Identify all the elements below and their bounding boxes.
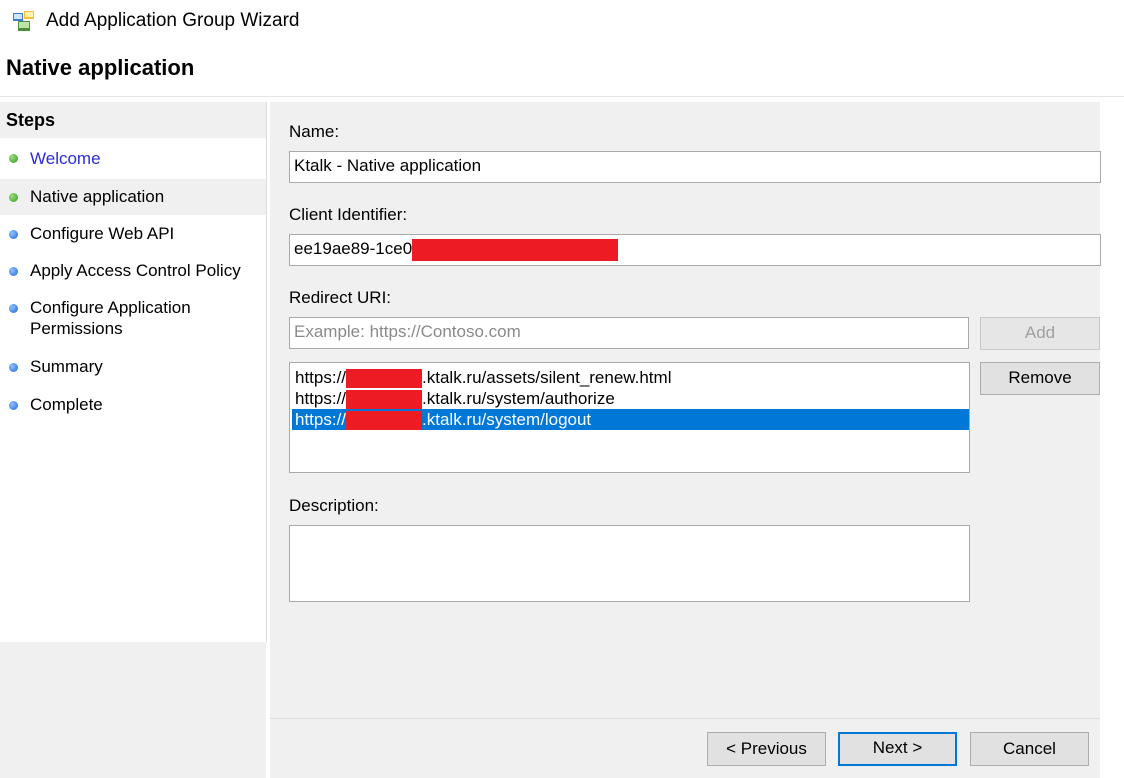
page-title: Native application xyxy=(6,55,195,80)
description-label: Description: xyxy=(289,496,379,515)
header-divider xyxy=(0,96,1124,97)
step-pending-icon xyxy=(9,363,18,372)
list-item[interactable]: https:// .ktalk.ru/system/authorize xyxy=(292,388,969,410)
step-pending-icon xyxy=(9,401,18,410)
steps-pane-footer xyxy=(0,642,266,778)
name-label: Name: xyxy=(289,122,340,141)
client-identifier-label: Client Identifier: xyxy=(289,205,408,224)
uri-prefix: https:// xyxy=(295,410,347,429)
uri-suffix: .ktalk.ru/system/authorize xyxy=(422,389,615,408)
add-button[interactable]: Add xyxy=(980,317,1100,350)
step-label: Configure Web API xyxy=(30,224,175,243)
redirect-uri-input[interactable]: Example: https://Contoso.com xyxy=(289,317,969,349)
remove-button[interactable]: Remove xyxy=(980,362,1100,395)
client-identifier-field[interactable]: ee19ae89-1ce0 xyxy=(289,234,1101,266)
step-pending-icon xyxy=(9,267,18,276)
list-item[interactable]: https:// .ktalk.ru/assets/silent_renew.ht… xyxy=(292,367,969,389)
title-bar: Add Application Group Wizard xyxy=(0,0,1124,42)
step-summary: Summary xyxy=(0,349,266,385)
step-label: Apply Access Control Policy xyxy=(30,261,241,280)
steps-title: Steps xyxy=(6,110,56,130)
step-label: Native application xyxy=(30,187,165,206)
previous-button[interactable]: < Previous xyxy=(707,732,826,766)
redirect-uri-list[interactable]: https:// .ktalk.ru/assets/silent_renew.ht… xyxy=(289,362,970,473)
cancel-button[interactable]: Cancel xyxy=(970,732,1089,766)
client-identifier-value: ee19ae89-1ce0 xyxy=(294,239,413,258)
step-complete-icon xyxy=(9,154,18,163)
step-native-application: Native application xyxy=(0,179,266,215)
uri-suffix: .ktalk.ru/assets/silent_renew.html xyxy=(422,368,672,387)
uri-prefix: https:// xyxy=(295,368,347,387)
next-button[interactable]: Next > xyxy=(838,732,957,766)
uri-suffix: .ktalk.ru/system/logout xyxy=(422,410,592,429)
list-item-selected[interactable]: https:// .ktalk.ru/system/logout xyxy=(292,409,969,431)
step-pending-icon xyxy=(9,304,18,313)
redaction-block xyxy=(412,238,619,261)
description-field[interactable] xyxy=(289,525,970,602)
step-label: Welcome xyxy=(30,149,101,168)
name-field[interactable]: Ktalk - Native application xyxy=(289,151,1101,183)
step-apply-access-control-policy: Apply Access Control Policy xyxy=(0,253,266,289)
redaction-block xyxy=(346,369,423,389)
step-configure-web-api: Configure Web API xyxy=(0,216,266,252)
step-label: Complete xyxy=(30,395,103,414)
step-current-icon xyxy=(9,193,18,202)
uri-prefix: https:// xyxy=(295,389,347,408)
footer-divider xyxy=(270,718,1100,719)
step-configure-application-permissions: Configure Application Permissions xyxy=(0,290,266,342)
step-label: Configure Application Permissions xyxy=(30,298,191,338)
redaction-block xyxy=(346,411,423,431)
application-group-icon xyxy=(13,11,34,31)
redirect-uri-label: Redirect URI: xyxy=(289,288,392,307)
step-welcome[interactable]: Welcome xyxy=(0,140,266,176)
step-label: Summary xyxy=(30,357,103,376)
step-pending-icon xyxy=(9,230,18,239)
redaction-block xyxy=(346,390,423,410)
window-title: Add Application Group Wizard xyxy=(46,10,300,31)
step-complete: Complete xyxy=(0,387,266,423)
